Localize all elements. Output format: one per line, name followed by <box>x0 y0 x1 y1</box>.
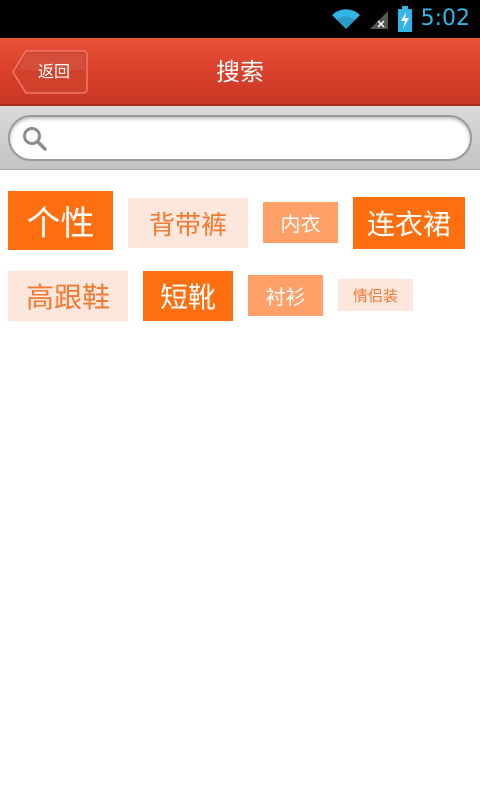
wifi-icon <box>331 7 361 31</box>
tag-label: 背带裤 <box>148 210 227 241</box>
search-field[interactable] <box>8 115 472 161</box>
header-bar: 返回 搜索 <box>0 38 480 106</box>
tag-button[interactable]: 情侣装 <box>338 279 413 311</box>
search-icon <box>22 126 48 156</box>
tag-button[interactable]: 短靴 <box>143 271 233 321</box>
tag-label: 衬衫 <box>265 285 306 309</box>
tag-label: 高跟鞋 <box>25 281 110 314</box>
tag-button[interactable]: 背带裤 <box>128 198 248 248</box>
status-bar: 5:02 <box>0 0 480 38</box>
signal-icon <box>369 7 389 31</box>
battery-charging-icon <box>397 5 413 33</box>
search-input[interactable] <box>56 123 456 153</box>
tag-button[interactable]: 衬衫 <box>248 275 323 316</box>
clock: 5:02 <box>420 6 470 31</box>
tag-label: 短靴 <box>159 281 216 314</box>
tag-label: 内衣 <box>280 212 321 236</box>
page-title: 搜索 <box>216 58 264 86</box>
search-bar <box>0 106 480 170</box>
tag-label: 情侣装 <box>352 286 398 305</box>
tag-button[interactable]: 连衣裙 <box>353 197 465 249</box>
tag-button[interactable]: 高跟鞋 <box>8 271 128 321</box>
tag-button[interactable]: 个性 <box>8 191 113 250</box>
tag-label: 连衣裙 <box>366 208 451 241</box>
tag-label: 个性 <box>26 204 95 244</box>
tag-button[interactable]: 内衣 <box>263 202 338 243</box>
status-icons: 5:02 <box>331 4 470 34</box>
